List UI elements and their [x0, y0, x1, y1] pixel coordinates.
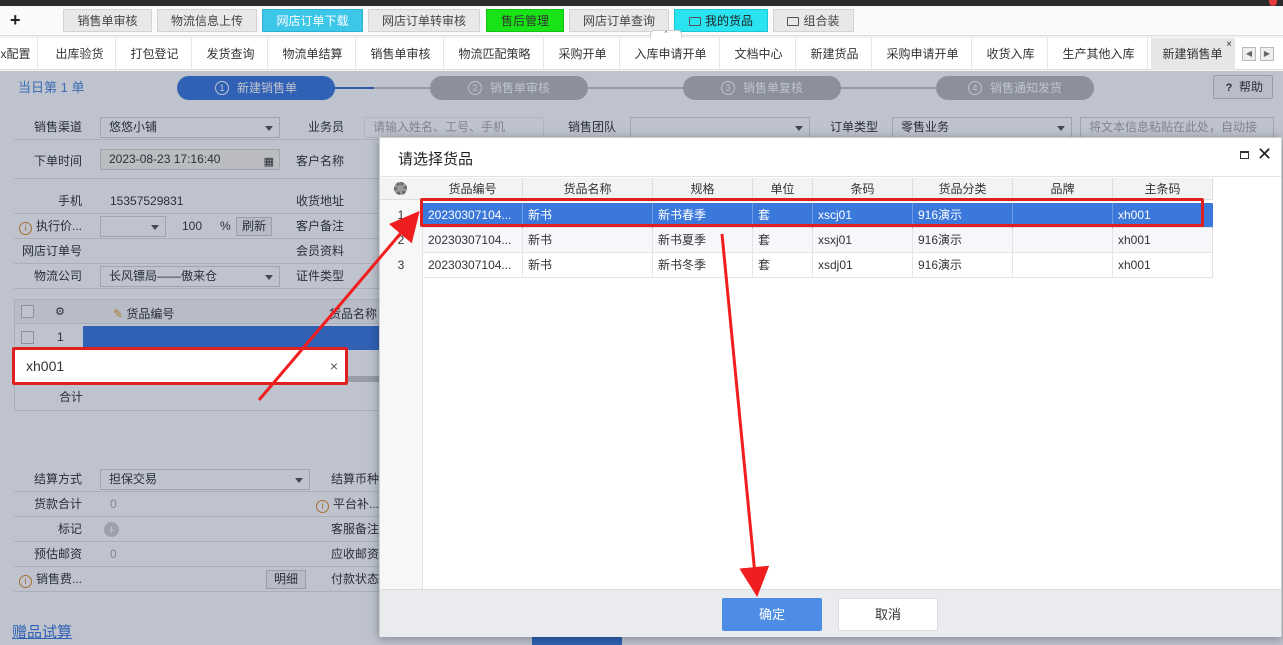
- dialog-title: 请选择货品: [398, 151, 474, 168]
- tab-receive-inbound[interactable]: 收货入库: [974, 38, 1048, 70]
- tab-label: 生产其他入库: [1062, 47, 1135, 61]
- col-goods-name[interactable]: 货品名称: [523, 178, 653, 200]
- tab-production-inbound[interactable]: 生产其他入库: [1050, 38, 1148, 70]
- row-number: 1: [380, 203, 423, 228]
- quick-my-goods[interactable]: 我的货品: [674, 9, 768, 32]
- tab-shipping-query[interactable]: 发货查询: [194, 38, 268, 70]
- cell-brand: [1013, 228, 1113, 253]
- cell-barcode: xsdj01: [813, 253, 913, 278]
- quick-btn-label: 物流信息上传: [170, 14, 243, 28]
- quick-btn-label: 网店订单下载: [276, 14, 349, 28]
- col-category[interactable]: 货品分类: [913, 178, 1013, 200]
- tab-inbound-request[interactable]: 入库申请开单: [622, 38, 720, 70]
- cell-spec: 新书夏季: [653, 228, 753, 253]
- tab-logistics-settle[interactable]: 物流单结算: [270, 38, 356, 70]
- tab-doc-center[interactable]: 文档中心: [722, 38, 796, 70]
- table-row[interactable]: 2 20230307104... 新书 新书夏季 套 xsxj01 916演示 …: [380, 228, 1213, 253]
- tab-label: 销售单审核: [370, 47, 431, 61]
- vertical-scrollbar[interactable]: [1207, 204, 1213, 226]
- goods-grid-header: 货品编号 货品名称 规格 单位 条码 货品分类 品牌 主条码: [380, 178, 1213, 200]
- tab-label: 入库申请开单: [634, 47, 707, 61]
- tab-logistics-strategy[interactable]: 物流匹配策略: [446, 38, 544, 70]
- cell-unit: 套: [753, 253, 813, 278]
- quick-btn-label: 销售单审核: [77, 14, 138, 28]
- col-brand[interactable]: 品牌: [1013, 178, 1113, 200]
- folder-icon: [787, 17, 800, 26]
- tab-pack-register[interactable]: 打包登记: [118, 38, 192, 70]
- cell-name: 新书: [523, 253, 653, 278]
- quick-btn-label: 网店订单转审核: [381, 14, 466, 28]
- tab-label: 新建销售单: [1162, 47, 1223, 61]
- cell-code: 20230307104...: [423, 253, 523, 278]
- dialog-footer: 确定 取消: [380, 589, 1281, 637]
- collapse-toolbar-toggle[interactable]: ⌃: [650, 30, 682, 38]
- tab-purchase-request[interactable]: 采购申请开单: [874, 38, 972, 70]
- quick-logistics-upload[interactable]: 物流信息上传: [157, 9, 257, 32]
- cell-barcode: xsxj01: [813, 228, 913, 253]
- quick-toolbar: + 销售单审核 物流信息上传 网店订单下载 网店订单转审核 售后管理 网店订单查…: [0, 6, 1283, 36]
- tab-label: 出库验货: [55, 47, 104, 61]
- goods-grid: 货品编号 货品名称 规格 单位 条码 货品分类 品牌 主条码 1 2023030…: [380, 178, 1283, 590]
- tab-outbound-inspect[interactable]: 出库验货: [44, 38, 116, 70]
- quick-btn-label: 售后管理: [500, 14, 549, 28]
- cell-category: 916演示: [913, 253, 1013, 278]
- dialog-divider: [380, 176, 1281, 177]
- col-barcode[interactable]: 条码: [813, 178, 913, 200]
- close-icon[interactable]: ×: [1226, 40, 1232, 50]
- quick-btn-label: 组合装: [803, 14, 840, 28]
- folder-icon: [688, 17, 701, 26]
- tab-label: 新建货品: [810, 47, 859, 61]
- col-goods-code[interactable]: 货品编号: [423, 178, 523, 200]
- clear-icon[interactable]: ×: [330, 358, 338, 374]
- cell-code: 20230307104...: [423, 228, 523, 253]
- col-main-barcode[interactable]: 主条码: [1113, 178, 1213, 200]
- maximize-icon[interactable]: [1240, 151, 1249, 159]
- tabs-next-button[interactable]: ▶: [1260, 47, 1274, 61]
- cell-category: 916演示: [913, 228, 1013, 253]
- quick-online-order-download[interactable]: 网店订单下载: [262, 9, 363, 32]
- col-spec[interactable]: 规格: [653, 178, 753, 200]
- quick-btn-label: 网店订单查询: [582, 14, 655, 28]
- tab-sales-audit[interactable]: 销售单审核: [358, 38, 444, 70]
- cell-main-barcode: xh001: [1113, 228, 1213, 253]
- row-highlight-annotation: [420, 198, 1204, 227]
- tab-label: 文档中心: [734, 47, 783, 61]
- nav-tabs: x配置 出库验货 打包登记 发货查询 物流单结算 销售单审核 物流匹配策略 采购…: [0, 38, 1283, 70]
- tab-label: 物流匹配策略: [458, 47, 531, 61]
- cell-main-barcode: xh001: [1113, 253, 1213, 278]
- quick-btn-label: 我的货品: [704, 14, 753, 28]
- tab-label: 发货查询: [206, 47, 255, 61]
- search-value: xh001: [26, 358, 65, 374]
- add-quick-button[interactable]: +: [10, 10, 21, 31]
- row-number: 3: [380, 253, 423, 278]
- quick-online-order-to-audit[interactable]: 网店订单转审核: [368, 9, 480, 32]
- tab-label: 收货入库: [986, 47, 1035, 61]
- cell-spec: 新书冬季: [653, 253, 753, 278]
- quick-combo[interactable]: 组合装: [773, 9, 854, 32]
- quick-after-sales[interactable]: 售后管理: [486, 9, 564, 32]
- goods-search-input[interactable]: xh001 ×: [12, 347, 348, 385]
- gear-icon[interactable]: [394, 182, 407, 195]
- table-row[interactable]: 3 20230307104... 新书 新书冬季 套 xsdj01 916演示 …: [380, 253, 1213, 278]
- tab-label: x配置: [0, 47, 31, 61]
- tab-label: 打包登记: [130, 47, 179, 61]
- col-unit[interactable]: 单位: [753, 178, 813, 200]
- confirm-button[interactable]: 确定: [722, 598, 822, 631]
- close-icon[interactable]: ✕: [1257, 144, 1272, 165]
- tabs-prev-button[interactable]: ◀: [1242, 47, 1256, 61]
- row-number: 2: [380, 228, 423, 253]
- cell-brand: [1013, 253, 1113, 278]
- tab-label: 物流单结算: [282, 47, 343, 61]
- quick-sales-order-audit[interactable]: 销售单审核: [63, 9, 152, 32]
- cell-unit: 套: [753, 228, 813, 253]
- cell-name: 新书: [523, 228, 653, 253]
- tab-new-goods[interactable]: 新建货品: [798, 38, 872, 70]
- tab-purchase-order[interactable]: 采购开单: [546, 38, 620, 70]
- tab-new-sales-order[interactable]: 新建销售单 ×: [1151, 38, 1235, 70]
- tab-label: 采购申请开单: [886, 47, 959, 61]
- cancel-button[interactable]: 取消: [838, 598, 938, 631]
- tab-config[interactable]: x配置: [0, 38, 38, 70]
- tab-label: 采购开单: [558, 47, 607, 61]
- quick-online-order-query[interactable]: 网店订单查询: [569, 9, 669, 32]
